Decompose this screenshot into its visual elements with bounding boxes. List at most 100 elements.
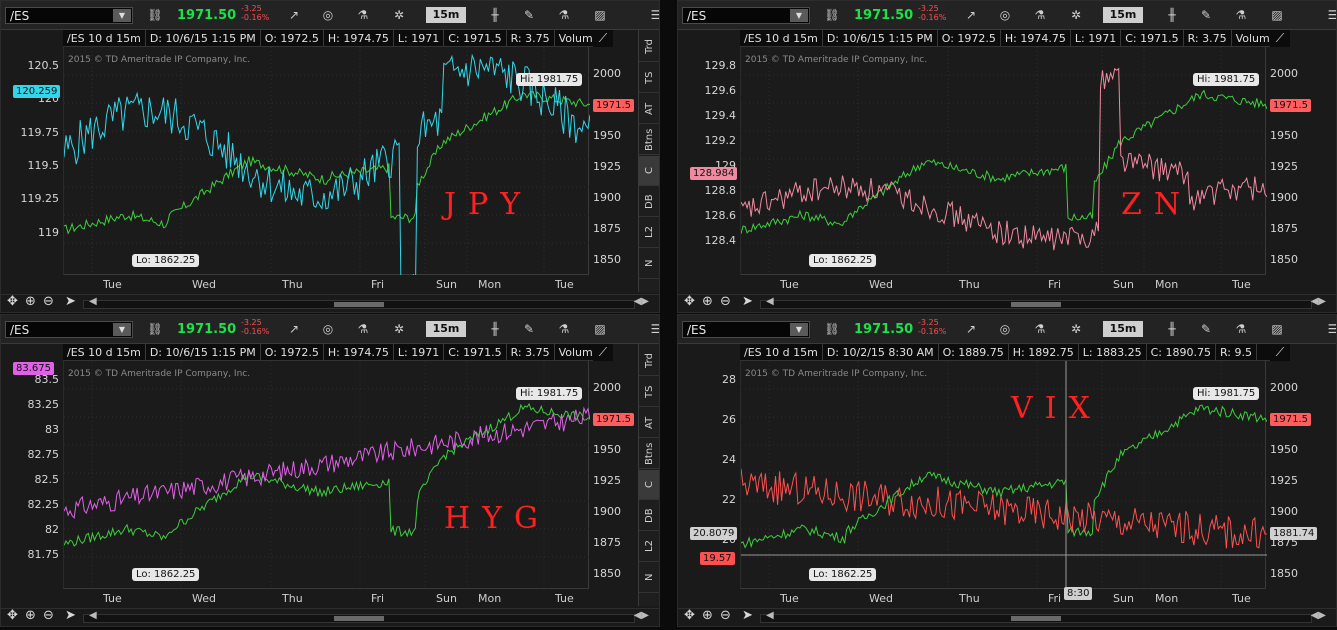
timeframe-button[interactable]: 15m bbox=[1103, 321, 1143, 337]
side-tab-n[interactable]: N bbox=[639, 249, 659, 279]
symbol-selector[interactable]: /ES ▼ bbox=[682, 321, 810, 338]
studies-icon[interactable]: ⚗ bbox=[354, 7, 372, 24]
timeframe-button[interactable]: 15m bbox=[426, 7, 466, 23]
menu-icon[interactable]: ☰ bbox=[647, 321, 659, 338]
crosshair-icon[interactable]: ◎ bbox=[319, 7, 337, 24]
flask-icon[interactable]: ⚗ bbox=[555, 321, 573, 338]
link-icon[interactable]: ⛓ bbox=[823, 321, 841, 338]
drawing-pencil-icon[interactable]: ✎ bbox=[520, 7, 538, 24]
scroll-thumb[interactable] bbox=[334, 302, 384, 307]
side-tab-c[interactable]: C bbox=[639, 470, 659, 500]
scroll-left-arrow[interactable]: ◀ bbox=[89, 610, 97, 621]
link-icon[interactable]: ⛓ bbox=[823, 7, 841, 24]
scroll-track[interactable] bbox=[760, 614, 1312, 623]
scroll-thumb[interactable] bbox=[1011, 302, 1061, 307]
scroll-left-arrow[interactable]: ◀ bbox=[766, 610, 774, 621]
flask-icon[interactable]: ⚗ bbox=[1232, 321, 1250, 338]
crosshair-icon[interactable]: ◎ bbox=[996, 321, 1014, 338]
zoom-in-icon[interactable]: ⊕ bbox=[25, 294, 36, 309]
drawing-pencil-icon[interactable]: ✎ bbox=[1197, 7, 1215, 24]
timeframe-button[interactable]: 15m bbox=[426, 321, 466, 337]
settings-gear-icon[interactable]: ✲ bbox=[390, 321, 408, 338]
side-tab-l2[interactable]: L2 bbox=[639, 532, 659, 562]
symbol-selector[interactable]: /ES ▼ bbox=[5, 7, 133, 24]
candlestick-icon[interactable]: ╫ bbox=[486, 7, 504, 24]
flask-icon[interactable]: ⚗ bbox=[555, 7, 573, 24]
chevron-down-icon[interactable]: ▼ bbox=[113, 9, 131, 22]
side-tab-ts[interactable]: TS bbox=[639, 63, 659, 93]
pan-icon[interactable]: ✥ bbox=[684, 294, 695, 309]
scroll-right-arrow[interactable]: ◀▶ bbox=[634, 296, 649, 307]
menu-icon[interactable]: ☰ bbox=[647, 7, 659, 24]
scroll-track[interactable] bbox=[760, 300, 1312, 309]
side-tab-db[interactable]: DB bbox=[639, 501, 659, 531]
chevron-down-icon[interactable]: ▼ bbox=[790, 323, 808, 336]
zoom-out-icon[interactable]: ⊖ bbox=[43, 294, 54, 309]
share-icon[interactable]: ↗ bbox=[962, 7, 980, 24]
crosshair-icon[interactable]: ◎ bbox=[319, 321, 337, 338]
studies-icon[interactable]: ⚗ bbox=[1031, 7, 1049, 24]
drawing-pencil-icon[interactable]: ✎ bbox=[1197, 321, 1215, 338]
candlestick-icon[interactable]: ╫ bbox=[486, 321, 504, 338]
scroll-left-arrow[interactable]: ◀ bbox=[766, 296, 774, 307]
share-icon[interactable]: ↗ bbox=[962, 321, 980, 338]
side-tab-trd[interactable]: Trd bbox=[639, 32, 659, 62]
symbol-selector[interactable]: /ES ▼ bbox=[682, 7, 810, 24]
drawing-pencil-icon[interactable]: ✎ bbox=[520, 321, 538, 338]
pattern-icon[interactable]: ▨ bbox=[1268, 7, 1286, 24]
side-tab-ts[interactable]: TS bbox=[639, 377, 659, 407]
candlestick-icon[interactable]: ╫ bbox=[1163, 7, 1181, 24]
settings-gear-icon[interactable]: ✲ bbox=[1067, 7, 1085, 24]
scroll-track[interactable] bbox=[83, 300, 635, 309]
zoom-in-icon[interactable]: ⊕ bbox=[702, 294, 713, 309]
menu-icon[interactable]: ☰ bbox=[1324, 7, 1336, 24]
side-tab-btns[interactable]: Btns bbox=[639, 125, 659, 155]
menu-icon[interactable]: ☰ bbox=[1324, 321, 1336, 338]
settings-gear-icon[interactable]: ✲ bbox=[390, 7, 408, 24]
scroll-thumb[interactable] bbox=[1011, 616, 1061, 621]
zoom-in-icon[interactable]: ⊕ bbox=[25, 608, 36, 623]
side-tab-c[interactable]: C bbox=[639, 156, 659, 186]
scroll-left-arrow[interactable]: ◀ bbox=[89, 296, 97, 307]
pointer-icon[interactable]: ➤ bbox=[742, 294, 753, 309]
zoom-out-icon[interactable]: ⊖ bbox=[720, 608, 731, 623]
side-tab-n[interactable]: N bbox=[639, 563, 659, 593]
share-icon[interactable]: ↗ bbox=[285, 7, 303, 24]
side-tab-db[interactable]: DB bbox=[639, 187, 659, 217]
side-tab-trd[interactable]: Trd bbox=[639, 346, 659, 376]
chart-style-icon[interactable]: ⟋ bbox=[1270, 344, 1290, 361]
pattern-icon[interactable]: ▨ bbox=[591, 7, 609, 24]
studies-icon[interactable]: ⚗ bbox=[1031, 321, 1049, 338]
side-tab-btns[interactable]: Btns bbox=[639, 439, 659, 469]
link-icon[interactable]: ⛓ bbox=[146, 321, 164, 338]
candlestick-icon[interactable]: ╫ bbox=[1163, 321, 1181, 338]
pointer-icon[interactable]: ➤ bbox=[742, 608, 753, 623]
chevron-down-icon[interactable]: ▼ bbox=[790, 9, 808, 22]
scroll-right-arrow[interactable]: ◀▶ bbox=[634, 610, 649, 621]
side-tab-at[interactable]: AT bbox=[639, 94, 659, 124]
share-icon[interactable]: ↗ bbox=[285, 321, 303, 338]
settings-gear-icon[interactable]: ✲ bbox=[1067, 321, 1085, 338]
side-tab-l2[interactable]: L2 bbox=[639, 218, 659, 248]
pointer-icon[interactable]: ➤ bbox=[65, 294, 76, 309]
pan-icon[interactable]: ✥ bbox=[684, 608, 695, 623]
side-tab-at[interactable]: AT bbox=[639, 408, 659, 438]
scroll-right-arrow[interactable]: ◀▶ bbox=[1311, 610, 1326, 621]
scroll-right-arrow[interactable]: ◀▶ bbox=[1311, 296, 1326, 307]
zoom-out-icon[interactable]: ⊖ bbox=[43, 608, 54, 623]
symbol-selector[interactable]: /ES ▼ bbox=[5, 321, 133, 338]
scroll-track[interactable] bbox=[83, 614, 635, 623]
link-icon[interactable]: ⛓ bbox=[146, 7, 164, 24]
studies-icon[interactable]: ⚗ bbox=[354, 321, 372, 338]
flask-icon[interactable]: ⚗ bbox=[1232, 7, 1250, 24]
timeframe-button[interactable]: 15m bbox=[1103, 7, 1143, 23]
zoom-in-icon[interactable]: ⊕ bbox=[702, 608, 713, 623]
pointer-icon[interactable]: ➤ bbox=[65, 608, 76, 623]
chevron-down-icon[interactable]: ▼ bbox=[113, 323, 131, 336]
pan-icon[interactable]: ✥ bbox=[7, 608, 18, 623]
chart-style-icon[interactable]: ⟋ bbox=[593, 344, 613, 361]
pattern-icon[interactable]: ▨ bbox=[591, 321, 609, 338]
zoom-out-icon[interactable]: ⊖ bbox=[720, 294, 731, 309]
pattern-icon[interactable]: ▨ bbox=[1268, 321, 1286, 338]
chart-style-icon[interactable]: ⟋ bbox=[1270, 30, 1290, 47]
